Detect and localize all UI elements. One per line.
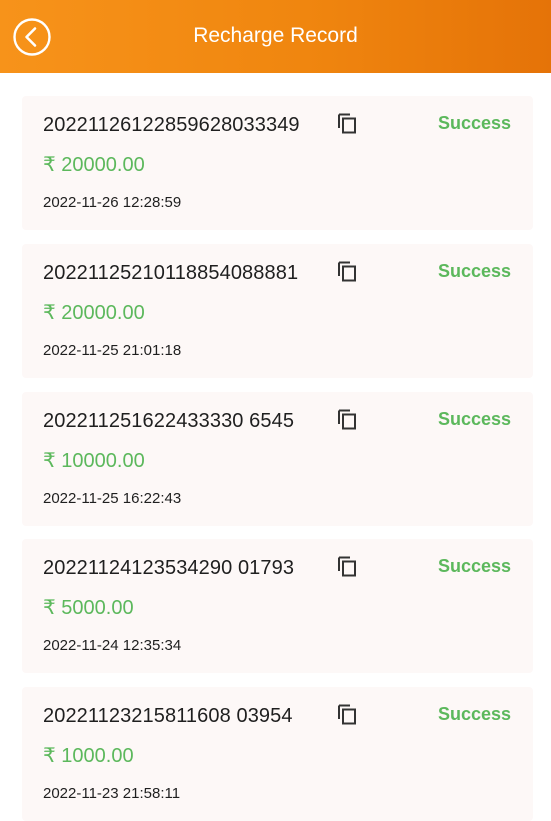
copy-icon[interactable] bbox=[335, 260, 359, 284]
amount: ₹ 1000.00 bbox=[43, 745, 134, 767]
order-number: 20221124123534290 01793 bbox=[43, 557, 295, 579]
timestamp: 2022-11-25 21:01:18 bbox=[43, 342, 182, 359]
page-title: Recharge Record bbox=[193, 24, 358, 47]
timestamp: 2022-11-23 21:58:11 bbox=[43, 785, 181, 802]
amount: ₹ 20000.00 bbox=[43, 302, 145, 324]
header-bar: Recharge Record bbox=[0, 0, 551, 73]
status-badge: Success bbox=[437, 261, 511, 281]
order-number: 20221123215811608 03954 bbox=[43, 705, 293, 727]
order-number: 20221126122859628033349 bbox=[43, 114, 300, 136]
record-card: 20221125210118854088881 Success ₹ 20000.… bbox=[22, 244, 533, 378]
status-badge: Success bbox=[437, 704, 511, 724]
status-badge: Success bbox=[437, 409, 511, 429]
copy-icon[interactable] bbox=[335, 408, 359, 432]
timestamp: 2022-11-25 16:22:43 bbox=[43, 490, 182, 507]
record-card: 20221126122859628033349 Success ₹ 20000.… bbox=[22, 96, 533, 230]
amount: ₹ 20000.00 bbox=[43, 154, 145, 176]
order-number: 202211251622433330 6545 bbox=[43, 410, 295, 432]
record-card: 20221123215811608 03954 Success ₹ 1000.0… bbox=[22, 687, 533, 821]
status-badge: Success bbox=[437, 113, 511, 133]
record-card: 20221124123534290 01793 Success ₹ 5000.0… bbox=[22, 539, 533, 673]
order-number: 20221125210118854088881 bbox=[43, 262, 299, 284]
status-badge: Success bbox=[437, 556, 511, 576]
record-card: 202211251622433330 6545 Success ₹ 10000.… bbox=[22, 392, 533, 526]
recharge-record-screen: Recharge Record 20221126122859628033349 … bbox=[0, 0, 551, 821]
copy-icon[interactable] bbox=[335, 703, 359, 727]
timestamp: 2022-11-24 12:35:34 bbox=[43, 637, 182, 654]
copy-icon[interactable] bbox=[335, 555, 359, 579]
amount: ₹ 10000.00 bbox=[43, 450, 145, 472]
timestamp: 2022-11-26 12:28:59 bbox=[43, 194, 182, 211]
amount: ₹ 5000.00 bbox=[43, 597, 134, 619]
copy-icon[interactable] bbox=[335, 112, 359, 136]
